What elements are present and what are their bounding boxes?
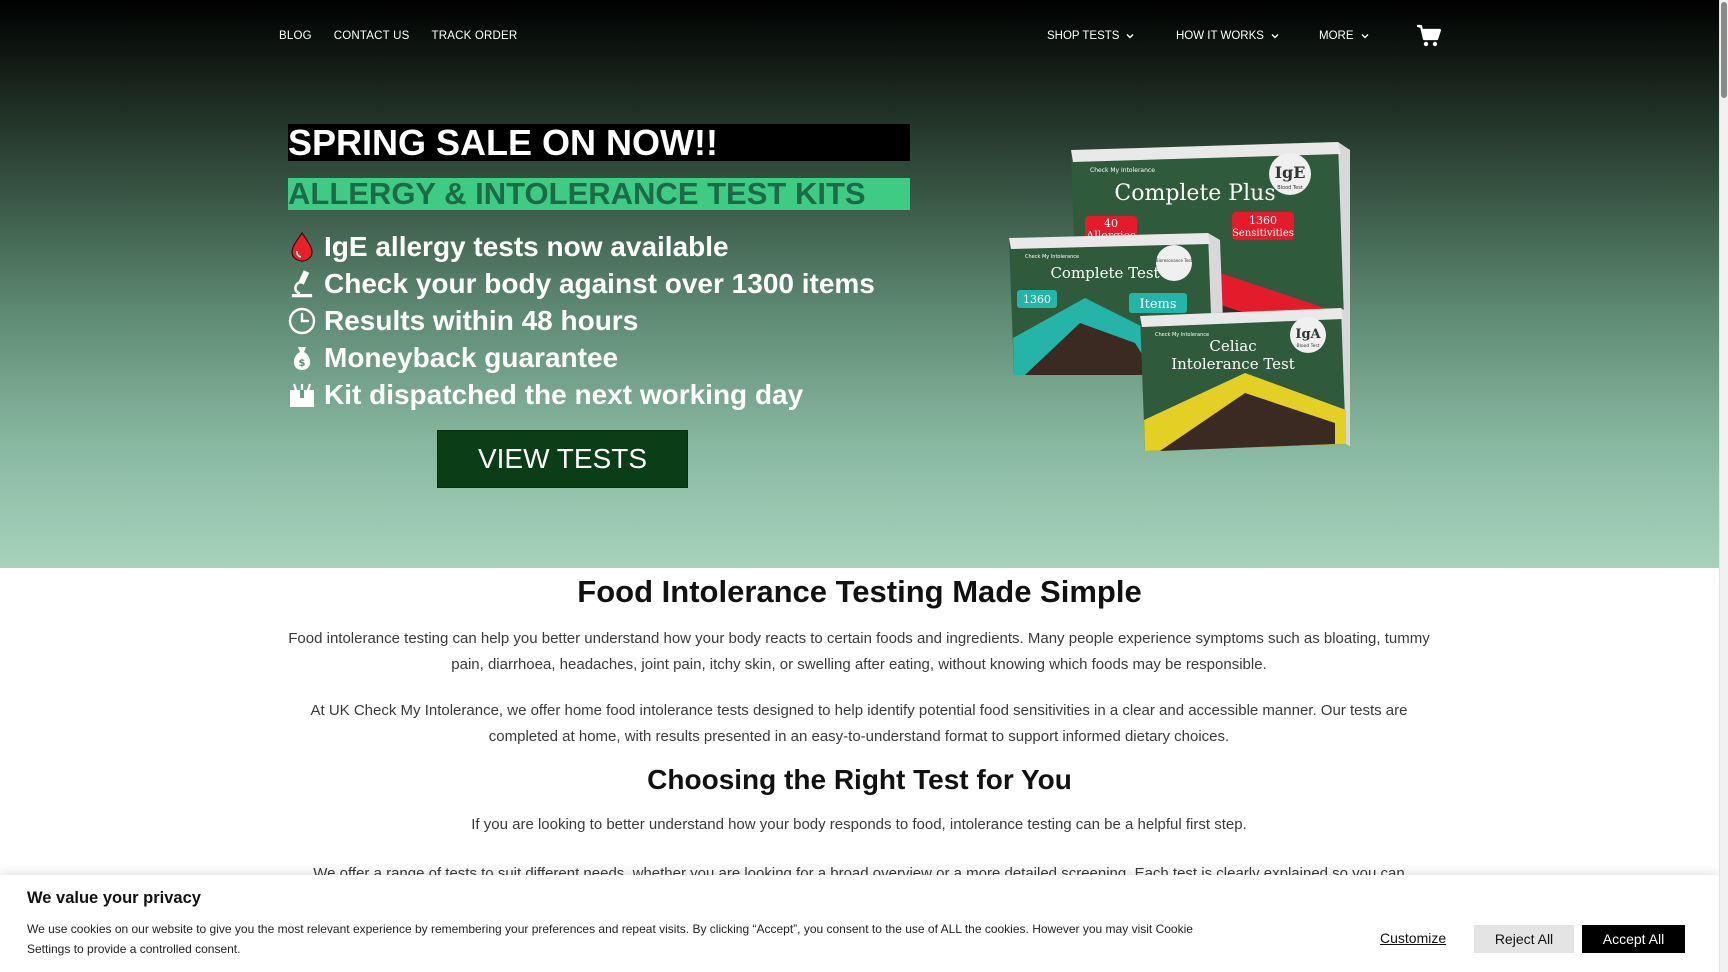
scrollbar-track[interactable] [1719,0,1728,972]
section-heading: Choosing the Right Test for You [647,764,1072,795]
feature-item: Kit dispatched the next working day [288,376,875,413]
nav-shop-tests[interactable]: SHOP TESTS [1047,30,1135,42]
feature-text: Check your body against over 1300 items [324,267,875,299]
feature-item: Results within 48 hours [288,302,875,339]
money-bag-icon: $ [288,343,316,373]
svg-text:Blood Test: Blood Test [1297,343,1320,349]
page: BLOG CONTACT US TRACK ORDER SHOP TESTS H… [0,0,1719,972]
nav-how-it-works[interactable]: HOW IT WORKS [1176,30,1280,42]
feature-item: IgE allergy tests now available [288,228,875,265]
intro-paragraph: Food intolerance testing can help you be… [288,630,1430,673]
svg-text:Complete Plus: Complete Plus [1114,181,1275,206]
nav-link-blog[interactable]: BLOG [279,30,312,42]
page-title: Food Intolerance Testing Made Simple [577,574,1142,609]
package-icon [288,380,316,410]
hero-section: BLOG CONTACT US TRACK ORDER SHOP TESTS H… [0,0,1719,568]
cookie-customize-button[interactable]: Customize [1380,930,1446,946]
chevron-down-icon [1271,34,1279,39]
nav-how-it-works-label: HOW IT WORKS [1176,30,1264,42]
svg-text:Intolerance Test: Intolerance Test [1171,355,1295,373]
box-celiac-test: IgA Blood Test Check My Intolerance Celi… [1140,308,1350,451]
cart-icon[interactable] [1416,24,1442,48]
cookie-banner: We value your privacy We use cookies on … [0,875,1719,972]
svg-text:Sensitivities: Sensitivities [1232,228,1294,239]
spring-sale-banner: SPRING SALE ON NOW!! [288,124,910,161]
product-boxes-image[interactable]: IgE Blood Test Check My Intolerance Comp… [1005,138,1350,453]
chevron-down-icon [1126,34,1134,39]
scrollbar-thumb[interactable] [1721,2,1727,98]
view-tests-button[interactable]: VIEW TESTS [437,430,688,488]
feature-item: $ Moneyback guarantee [288,339,875,376]
top-nav: BLOG CONTACT US TRACK ORDER SHOP TESTS H… [0,0,1719,72]
blood-drop-icon [288,231,316,262]
nav-left-links: BLOG CONTACT US TRACK ORDER [279,30,517,42]
svg-text:Blood Test: Blood Test [1277,185,1303,191]
svg-text:Complete Test: Complete Test [1050,264,1159,282]
about-paragraph: At UK Check My Intolerance, we offer hom… [310,702,1408,745]
nav-shop-tests-label: SHOP TESTS [1047,30,1120,42]
svg-text:Check My Intolerance: Check My Intolerance [1025,254,1079,260]
cookie-accept-button[interactable]: Accept All [1582,925,1685,953]
feature-item: Check your body against over 1300 items [288,265,875,302]
clock-icon [288,306,316,336]
cookie-reject-button[interactable]: Reject All [1474,925,1574,953]
feature-text: Results within 48 hours [324,304,639,336]
test-kits-banner: ALLERGY & INTOLERANCE TEST KITS [288,178,910,210]
feature-list: IgE allergy tests now available Check yo… [288,228,875,413]
svg-text:Items: Items [1139,297,1176,312]
svg-text:Celiac: Celiac [1209,337,1256,355]
svg-text:Check My Intolerance: Check My Intolerance [1090,167,1155,174]
svg-text:IgA: IgA [1295,327,1321,342]
nav-more[interactable]: MORE [1319,30,1370,42]
svg-text:1360: 1360 [1249,214,1277,227]
feature-text: Moneyback guarantee [324,341,619,373]
svg-text:IgE: IgE [1275,163,1306,182]
cookie-text: We use cookies on our website to give yo… [27,922,1193,956]
feature-text: Kit dispatched the next working day [324,378,804,410]
nav-link-track-order[interactable]: TRACK ORDER [431,30,517,42]
cookie-title: We value your privacy [27,889,201,907]
svg-text:$: $ [299,358,306,369]
svg-text:1360: 1360 [1023,293,1051,306]
svg-text:Bioresonance Test: Bioresonance Test [1156,258,1193,263]
svg-text:Check My Intolerance: Check My Intolerance [1155,332,1209,338]
nav-more-label: MORE [1319,30,1354,42]
feature-text: IgE allergy tests now available [324,230,729,262]
microscope-icon [288,269,316,299]
nav-link-contact-us[interactable]: CONTACT US [334,30,410,42]
chevron-down-icon [1361,34,1368,39]
choose-paragraph: If you are looking to better understand … [471,816,1247,833]
